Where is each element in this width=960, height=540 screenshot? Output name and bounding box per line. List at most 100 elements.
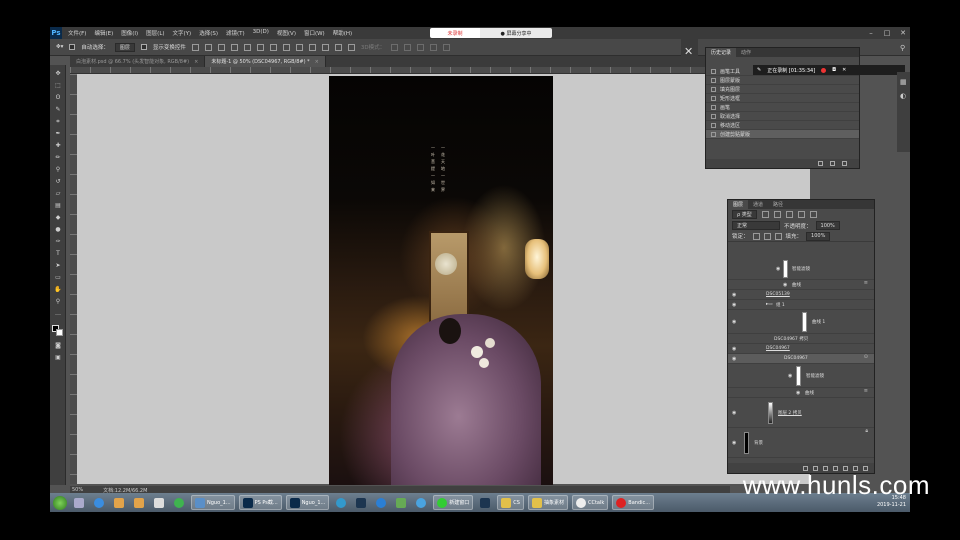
tab-doc-1[interactable]: 白泡素材.psd @ 66.7% (头发智能对象, RGB/8#) × [70,56,206,67]
hand-tool-icon[interactable]: ✋ [54,287,62,293]
type-tool-icon[interactable]: T [54,251,62,257]
taskbar-window[interactable]: 新建窗口 [433,495,474,510]
distribute-bottom-icon[interactable] [295,43,303,51]
trash-icon[interactable] [842,161,847,166]
eye-icon[interactable]: ◉ [796,390,800,396]
layer-row[interactable]: ◉ ▸▭ 组 1 [728,300,874,310]
layer-row[interactable]: ◉ 曲线 ≡ [728,388,874,398]
layer-row[interactable]: ◉ 智能滤镜 [728,364,874,388]
layer-row[interactable]: ◉ 曲线 1 [728,310,874,334]
close-tab-icon[interactable]: × [315,59,319,65]
more-tools-icon[interactable]: … [54,311,62,317]
document-canvas[interactable]: 一花天地一世界 一叶菩提一如来 [329,76,553,485]
distribute-left-icon[interactable] [308,43,316,51]
menu-filter[interactable]: 滤镜(T) [226,29,245,37]
align-right-icon[interactable] [256,43,264,51]
3d-roll-icon[interactable] [404,43,412,51]
history-brush-tool-icon[interactable]: ↺ [54,179,62,185]
tab-doc-2[interactable]: 未标题-1 @ 50% (DSC04967, RGB/8#) * × [205,56,326,67]
filter-options-icon[interactable]: ≡ [864,388,868,394]
recorder-status[interactable]: 未录制 [430,28,480,38]
taskbar-window[interactable]: Nguo_1... [285,495,330,510]
background-color-swatch[interactable] [56,329,63,336]
new-document-icon[interactable] [818,161,823,166]
tab-history[interactable]: 历史记录 [706,48,737,57]
shape-tool-icon[interactable]: ▭ [54,275,62,281]
taskbar-window[interactable]: CCtalk [571,495,609,510]
close-icon[interactable]: ✕ [898,28,908,37]
taskbar-window[interactable]: Bandic... [612,495,655,510]
blend-mode-dropdown[interactable]: 正常 [732,221,780,230]
taskbar-pinned[interactable] [413,495,429,510]
taskbar-pinned[interactable] [91,495,107,510]
lasso-tool-icon[interactable]: ʘ [54,95,62,101]
eye-icon[interactable]: ◉ [732,440,736,446]
dodge-tool-icon[interactable]: ● [54,227,62,233]
menu-3d[interactable]: 3D(D) [253,29,269,37]
maximize-icon[interactable]: □ [882,28,892,37]
pixel-filter-icon[interactable] [761,211,769,218]
marquee-tool-icon[interactable]: ⬚ [54,83,62,89]
history-item[interactable]: 填充图层 [706,85,859,94]
taskbar-pinned[interactable] [151,495,167,510]
menu-file[interactable]: 文件(F) [68,29,86,37]
3d-rotate-icon[interactable] [391,43,399,51]
taskbar-pinned[interactable] [131,495,147,510]
blur-tool-icon[interactable]: ◆ [54,215,62,221]
layer-row[interactable]: ◉ DSC05139 [728,290,874,300]
history-item[interactable]: 矩形选框 [706,94,859,103]
smart-filter-icon[interactable] [809,211,817,218]
layer-row[interactable]: DSC04967 拷贝 [728,334,874,344]
type-filter-icon[interactable] [785,211,793,218]
3d-pan-icon[interactable] [417,43,425,51]
pen-tool-icon[interactable]: ✑ [54,239,62,245]
search-icon[interactable]: ⚲ [900,44,905,52]
history-item[interactable]: 移动选区 [706,121,859,130]
align-center-icon[interactable] [243,43,251,51]
close-recorder-icon[interactable]: ✕ [842,67,846,73]
horizontal-ruler[interactable] [70,67,730,74]
auto-select-checkbox[interactable] [69,44,76,50]
quick-select-tool-icon[interactable]: ✎ [54,107,62,113]
taskbar-window[interactable]: 抽象素材 [527,495,568,510]
taskbar-pinned[interactable] [373,495,389,510]
vertical-ruler[interactable] [70,74,77,484]
taskbar-pinned[interactable] [71,495,87,510]
taskbar-pinned[interactable] [171,495,187,510]
start-button[interactable] [53,495,67,510]
layer-filter-dropdown[interactable]: ρ 类型 [732,210,757,219]
taskbar-pinned[interactable] [353,495,369,510]
eye-icon[interactable]: ◉ [732,319,736,325]
menu-layer[interactable]: 图层(L) [146,29,164,37]
menu-edit[interactable]: 编辑(E) [94,29,113,37]
shape-filter-icon[interactable] [797,211,805,218]
screen-recorder-pill[interactable]: 未录制 ● 屏幕分享中 [430,28,552,38]
tab-actions[interactable]: 动作 [736,48,756,57]
healing-tool-icon[interactable]: ✚ [54,143,62,149]
distribute-right-icon[interactable] [334,43,342,51]
history-item[interactable]: 画笔 [706,103,859,112]
screen-share-status[interactable]: ● 屏幕分享中 [480,28,552,38]
menu-help[interactable]: 帮助(H) [333,29,352,37]
opacity-input[interactable]: 100% [815,221,840,230]
eye-icon[interactable]: ◉ [776,266,780,272]
eye-icon[interactable]: ◉ [783,282,787,288]
brush-tool-icon[interactable]: ✏ [54,155,62,161]
taskbar-window[interactable]: CS [497,495,524,510]
lock-all-icon[interactable] [774,232,782,240]
distribute-middle-icon[interactable] [282,43,290,51]
color-wheel-icon[interactable]: ◐ [900,92,906,100]
menu-type[interactable]: 文字(Y) [173,29,192,37]
camera-icon[interactable]: ◘ [832,67,836,73]
align-bottom-icon[interactable] [217,43,225,51]
move-tool-icon[interactable]: ✥ [54,71,62,77]
taskbar-pinned[interactable] [477,495,493,510]
layer-row[interactable]: ◉ 背景 🔒︎ [728,428,874,458]
eraser-tool-icon[interactable]: ▱ [54,191,62,197]
zoom-tool-icon[interactable]: ⚲ [54,299,62,305]
eye-icon[interactable]: ◉ [732,410,736,416]
screen-mode-icon[interactable]: ▣ [54,355,62,361]
menu-window[interactable]: 窗口(W) [304,29,325,37]
3d-slide-icon[interactable] [430,43,438,51]
pen-icon[interactable]: ✎ [757,67,761,73]
